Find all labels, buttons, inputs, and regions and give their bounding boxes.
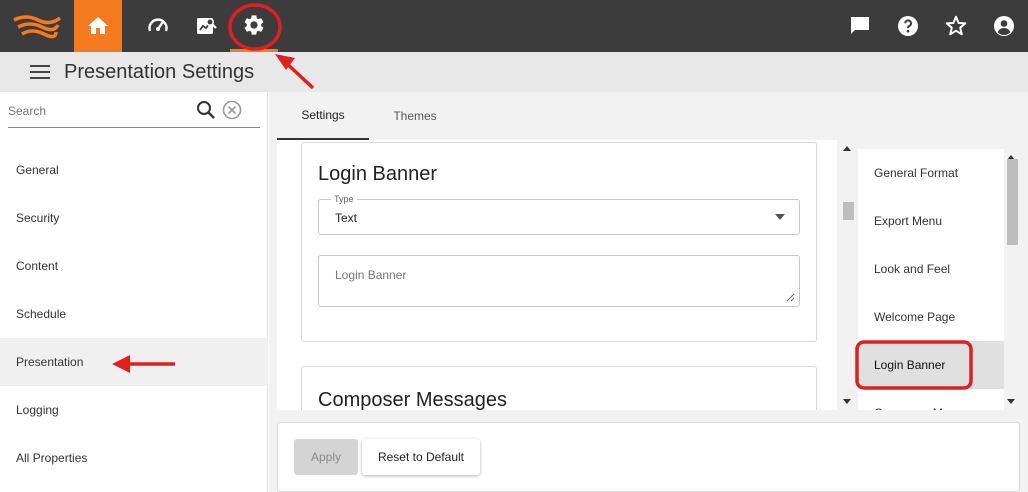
page-header: Presentation Settings (0, 52, 1028, 92)
login-banner-card: Login Banner Type Text Login Banner (301, 142, 817, 342)
chart-search-icon (197, 18, 217, 34)
star-icon (945, 15, 967, 36)
account-button[interactable] (980, 0, 1028, 52)
clear-search-icon[interactable] (222, 100, 242, 120)
help-icon (898, 16, 918, 36)
account-icon (994, 16, 1014, 36)
section-nav-export-menu[interactable]: Export Menu (858, 197, 1004, 245)
tab-settings[interactable]: Settings (277, 92, 369, 140)
speedometer-icon (148, 18, 168, 32)
top-toolbar (0, 0, 1028, 52)
page-title: Presentation Settings (64, 61, 255, 83)
login-banner-title: Login Banner (318, 163, 437, 185)
scrollbar-thumb[interactable] (843, 202, 854, 220)
textarea-placeholder: Login Banner (335, 268, 407, 282)
sidebar-item-logging[interactable]: Logging (0, 386, 268, 434)
hamburger-menu-icon[interactable] (30, 64, 50, 80)
sidebar-item-presentation[interactable]: Presentation (0, 338, 268, 386)
search-input[interactable] (8, 102, 188, 120)
messages-button[interactable] (836, 0, 884, 52)
section-nav-welcome-page[interactable]: Welcome Page (858, 293, 1004, 341)
tab-themes[interactable]: Themes (369, 92, 461, 140)
sidebar-item-security[interactable]: Security (0, 194, 268, 242)
settings-button[interactable] (230, 0, 278, 52)
sidebar-item-schedule[interactable]: Schedule (0, 290, 268, 338)
content-scrollbar[interactable] (840, 140, 856, 410)
type-select[interactable]: Type Text (318, 194, 800, 235)
sidebar-item-all-properties[interactable]: All Properties (0, 434, 268, 482)
scrollbar-thumb[interactable] (1007, 159, 1018, 245)
main-panel: Settings Themes Login Banner Type Text L… (269, 92, 1028, 492)
type-value: Text (335, 211, 358, 225)
dropdown-arrow-icon (775, 214, 785, 220)
app-logo[interactable] (10, 10, 62, 42)
apply-button[interactable]: Apply (294, 439, 358, 475)
home-button[interactable] (74, 0, 122, 52)
help-button[interactable] (884, 0, 932, 52)
section-nav-general-format[interactable]: General Format (858, 149, 1004, 197)
tab-bar: Settings Themes (269, 92, 1028, 140)
home-icon (88, 17, 108, 34)
favorites-button[interactable] (932, 0, 980, 52)
section-nav-composer-messages[interactable]: Composer Messages (858, 389, 1004, 410)
settings-content: Login Banner Type Text Login Banner Comp… (277, 140, 837, 410)
sidebar-item-content[interactable]: Content (0, 242, 268, 290)
section-nav-scrollbar[interactable] (1004, 149, 1020, 410)
section-nav: General Format Export Menu Look and Feel… (858, 149, 1004, 410)
gear-icon (244, 14, 264, 35)
settings-sidebar: General Security Content Schedule Presen… (0, 92, 268, 492)
chat-icon (851, 17, 869, 34)
section-nav-login-banner[interactable]: Login Banner (858, 341, 1004, 389)
search-box (8, 94, 260, 128)
action-footer: Apply Reset to Default (277, 422, 1020, 492)
reset-to-default-button[interactable]: Reset to Default (362, 439, 480, 475)
search-icon[interactable] (196, 100, 216, 120)
dashboard-button[interactable] (134, 0, 182, 52)
scroll-up-icon[interactable] (843, 146, 851, 151)
section-nav-look-and-feel[interactable]: Look and Feel (858, 245, 1004, 293)
resize-grip-icon[interactable] (785, 292, 795, 302)
login-banner-textarea[interactable]: Login Banner (318, 255, 800, 307)
scroll-down-icon[interactable] (1007, 399, 1015, 404)
composer-messages-title: Composer Messages (318, 389, 507, 410)
scroll-down-icon[interactable] (843, 399, 851, 404)
monitor-button[interactable] (182, 0, 230, 52)
composer-messages-card: Composer Messages (301, 366, 817, 410)
sidebar-item-general[interactable]: General (0, 146, 268, 194)
type-label: Type (331, 194, 357, 204)
